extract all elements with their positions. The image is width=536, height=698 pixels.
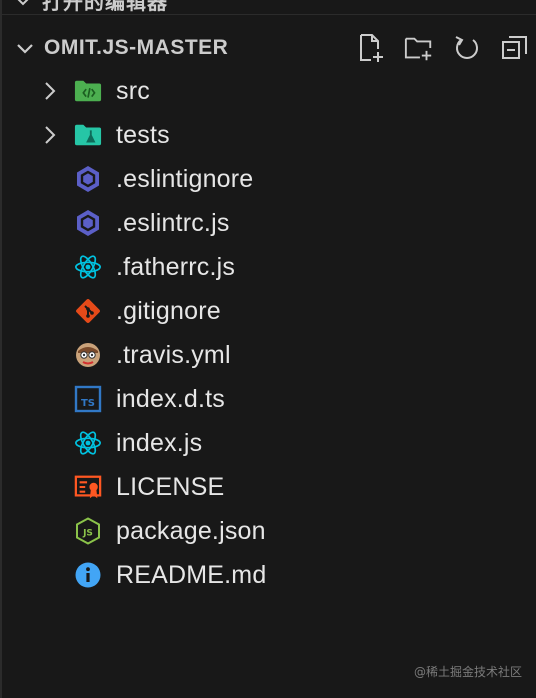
svg-text:TS: TS — [81, 398, 95, 409]
collapse-all-icon — [502, 36, 527, 59]
tree-item-label: README.md — [116, 560, 267, 589]
file-tree: src tests .eslintignore .eslintrc.js .fa… — [2, 69, 536, 597]
tree-item-label: tests — [116, 120, 170, 149]
tree-item-travis[interactable]: .travis.yml — [2, 333, 536, 377]
tree-item-eslintignore[interactable]: .eslintignore — [2, 157, 536, 201]
tree-item-gitignore[interactable]: .gitignore — [2, 289, 536, 333]
new-file-button[interactable] — [356, 33, 386, 63]
new-file-icon — [360, 34, 383, 62]
tree-item-readme[interactable]: README.md — [2, 553, 536, 597]
tree-item-label: .eslintrc.js — [116, 208, 230, 237]
tree-item-label: index.js — [116, 428, 203, 457]
new-folder-button[interactable] — [404, 33, 434, 63]
explorer-sidebar: 打开的编辑器 OMIT.JS-MASTER src tests .eslinti… — [0, 0, 536, 698]
tree-item-index-d-ts[interactable]: TS index.d.ts — [2, 377, 536, 421]
tree-item-label: LICENSE — [116, 472, 225, 501]
chevron-down-icon — [17, 44, 33, 54]
chevron-right-icon — [45, 126, 56, 144]
tree-item-license[interactable]: LICENSE — [2, 465, 536, 509]
chevron-down-icon — [17, 0, 29, 6]
chevron-right-icon — [45, 82, 56, 100]
tree-item-label: package.json — [116, 516, 266, 545]
license-icon — [74, 473, 102, 501]
tree-item-label: .travis.yml — [116, 340, 231, 369]
nodejs-icon: JS — [74, 517, 102, 545]
git-icon — [74, 297, 102, 325]
travis-icon — [74, 341, 102, 369]
tree-item-package-json[interactable]: JS package.json — [2, 509, 536, 553]
svg-text:JS: JS — [82, 529, 93, 539]
collapse-all-button[interactable] — [500, 33, 530, 63]
tree-item-eslintrc[interactable]: .eslintrc.js — [2, 201, 536, 245]
tree-item-fatherrc[interactable]: .fatherrc.js — [2, 245, 536, 289]
tree-item-index-js[interactable]: index.js — [2, 421, 536, 465]
folder-test-icon — [74, 121, 102, 149]
folder-src-icon — [74, 77, 102, 105]
eslint-icon — [74, 209, 102, 237]
react-icon — [74, 429, 102, 457]
typescript-icon: TS — [74, 385, 102, 413]
explorer-section-header[interactable]: OMIT.JS-MASTER — [2, 28, 536, 68]
tree-item-tests[interactable]: tests — [2, 113, 536, 157]
tree-item-label: .fatherrc.js — [116, 252, 236, 281]
tree-item-label: .gitignore — [116, 296, 221, 325]
tree-item-label: index.d.ts — [116, 384, 226, 413]
refresh-icon — [455, 36, 478, 59]
explorer-actions — [356, 28, 536, 68]
explorer-title: OMIT.JS-MASTER — [44, 36, 229, 59]
tree-item-src[interactable]: src — [2, 69, 536, 113]
react-icon — [74, 253, 102, 281]
tree-item-label: .eslintignore — [116, 164, 254, 193]
watermark: @稀土掘金技术社区 — [413, 665, 522, 679]
refresh-button[interactable] — [452, 33, 482, 63]
open-editors-header[interactable]: 打开的编辑器 — [2, 0, 536, 15]
eslint-icon — [74, 165, 102, 193]
open-editors-label: 打开的编辑器 — [42, 0, 168, 14]
tree-item-label: src — [116, 76, 150, 105]
new-folder-icon — [404, 37, 432, 61]
info-icon — [74, 561, 102, 589]
